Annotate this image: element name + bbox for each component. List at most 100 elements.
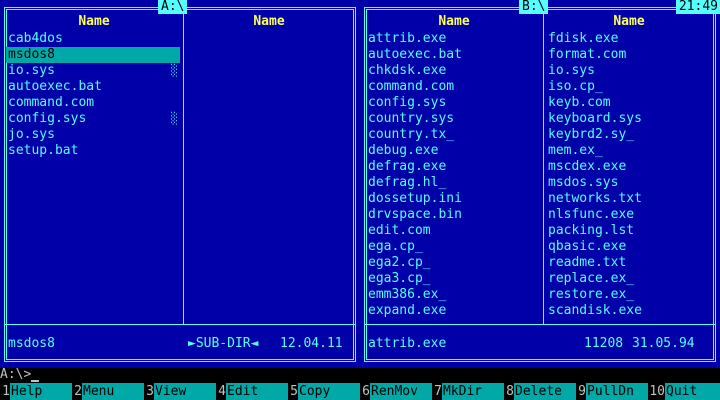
fkey-label: Delete — [514, 383, 576, 400]
file-row[interactable]: ega2.cp_ — [366, 255, 540, 271]
right-col1-header: Name — [438, 14, 470, 29]
file-row[interactable]: keybrd2.sy_ — [546, 127, 710, 143]
fkey-number: 2 — [72, 383, 82, 400]
fkey-number: 1 — [0, 383, 10, 400]
left-panel-path[interactable]: A:\ — [158, 0, 188, 14]
file-row[interactable]: jo.sys — [6, 127, 180, 143]
norton-commander-screen: A:\ Name Name cab4dos msdos8 io.sys autoexe… — [0, 0, 720, 400]
fkey-delete[interactable]: 8 Delete — [504, 383, 576, 400]
fkey-label: RenMov — [370, 383, 432, 400]
file-row[interactable]: emm386.ex_ — [366, 287, 540, 303]
file-row[interactable]: fdisk.exe — [546, 31, 710, 47]
file-row[interactable]: nlsfunc.exe — [546, 207, 710, 223]
file-row[interactable]: replace.ex_ — [546, 271, 710, 287]
right-info-size: 11208 — [584, 336, 624, 351]
file-row[interactable]: expand.exe — [366, 303, 540, 319]
file-row[interactable]: networks.txt — [546, 191, 710, 207]
left-column-divider — [183, 8, 184, 325]
file-row[interactable]: cab4dos — [6, 31, 180, 47]
file-row[interactable]: country.sys — [366, 111, 540, 127]
file-row[interactable]: io.sys — [546, 63, 710, 79]
left-col1-header: Name — [78, 14, 110, 29]
left-info-name: msdos8 — [8, 336, 55, 351]
file-row[interactable]: readme.txt — [546, 255, 710, 271]
right-panel[interactable]: B:\ Name Name attrib.exe autoexec.bat chkd… — [360, 0, 720, 368]
file-row[interactable]: keyboard.sys — [546, 111, 710, 127]
left-file-list: cab4dos msdos8 io.sys autoexec.bat command.c… — [6, 31, 180, 159]
fkey-label: Edit — [226, 383, 288, 400]
fkey-view[interactable]: 3 View — [144, 383, 216, 400]
fkey-number: 5 — [288, 383, 298, 400]
file-row[interactable]: format.com — [546, 47, 710, 63]
file-row[interactable]: mem.ex_ — [546, 143, 710, 159]
right-file-list-col1: attrib.exe autoexec.bat chkdsk.exe command.… — [366, 31, 540, 319]
fkey-menu[interactable]: 2 Menu — [72, 383, 144, 400]
file-row[interactable]: chkdsk.exe — [366, 63, 540, 79]
fkey-label: Copy — [298, 383, 360, 400]
file-row[interactable]: scandisk.exe — [546, 303, 710, 319]
file-row[interactable]: restore.ex_ — [546, 287, 710, 303]
right-info-name: attrib.exe — [368, 336, 447, 351]
file-row[interactable]: command.com — [366, 79, 540, 95]
file-row[interactable]: drvspace.bin — [366, 207, 540, 223]
file-row[interactable]: ega.cp_ — [366, 239, 540, 255]
file-row[interactable]: command.com — [6, 95, 180, 111]
file-row[interactable]: keyb.com — [546, 95, 710, 111]
file-row[interactable]: iso.cp_ — [546, 79, 710, 95]
command-line[interactable]: A:\> — [0, 367, 40, 382]
file-row[interactable]: setup.bat — [6, 143, 180, 159]
fkey-label: View — [154, 383, 216, 400]
left-info-date: 12.04.11 — [280, 336, 343, 351]
file-row[interactable]: dossetup.ini — [366, 191, 540, 207]
file-row[interactable]: io.sys — [6, 63, 180, 79]
fkey-pulldn[interactable]: 9 PullDn — [576, 383, 648, 400]
left-info-type: ►SUB-DIR◄ — [188, 336, 259, 351]
fkey-number: 4 — [216, 383, 226, 400]
fkey-number: 6 — [360, 383, 370, 400]
fkey-copy[interactable]: 5 Copy — [288, 383, 360, 400]
right-col2-header: Name — [613, 14, 645, 29]
file-row[interactable]: edit.com — [366, 223, 540, 239]
right-panel-path[interactable]: B:\ — [519, 0, 549, 14]
fkey-help[interactable]: 1 Help — [0, 383, 72, 400]
file-row[interactable]: country.tx_ — [366, 127, 540, 143]
fkey-number: 10 — [648, 383, 665, 400]
file-row[interactable]: debug.exe — [366, 143, 540, 159]
file-row-selected[interactable]: msdos8 — [6, 47, 180, 63]
text-cursor — [31, 380, 40, 382]
file-row[interactable]: packing.lst — [546, 223, 710, 239]
fkey-label: Menu — [82, 383, 144, 400]
right-file-list-col2: fdisk.exe format.com io.sys iso.cp_ keyb.com… — [546, 31, 710, 319]
fkey-quit[interactable]: 10 Quit — [648, 383, 720, 400]
left-info-divider — [5, 324, 355, 325]
file-row[interactable]: mscdex.exe — [546, 159, 710, 175]
fkey-number: 3 — [144, 383, 154, 400]
fkey-number: 7 — [432, 383, 442, 400]
right-info-divider — [365, 324, 715, 325]
file-row[interactable]: config.sys — [366, 95, 540, 111]
file-row[interactable]: attrib.exe — [366, 31, 540, 47]
right-column-divider — [543, 8, 544, 325]
left-col2-header: Name — [253, 14, 285, 29]
left-panel[interactable]: A:\ Name Name cab4dos msdos8 io.sys autoexe… — [0, 0, 360, 368]
fkey-label: MkDir — [442, 383, 504, 400]
function-key-bar: 1 Help 2 Menu 3 View 4 Edit 5 Copy 6 RenMov 7 MkDir 8 D… — [0, 383, 720, 400]
file-row[interactable]: msdos.sys — [546, 175, 710, 191]
file-row[interactable]: qbasic.exe — [546, 239, 710, 255]
file-row[interactable]: defrag.hl_ — [366, 175, 540, 191]
clock: 21:49 — [675, 0, 720, 14]
fkey-edit[interactable]: 4 Edit — [216, 383, 288, 400]
scroll-thumb-icon[interactable]: ░ — [171, 65, 179, 77]
file-row[interactable]: autoexec.bat — [366, 47, 540, 63]
file-row[interactable]: config.sys — [6, 111, 180, 127]
fkey-renmov[interactable]: 6 RenMov — [360, 383, 432, 400]
command-prompt: A:\> — [0, 367, 32, 382]
fkey-label: Quit — [665, 383, 720, 400]
fkey-number: 8 — [504, 383, 514, 400]
right-info-date: 31.05.94 — [632, 336, 695, 351]
file-row[interactable]: defrag.exe — [366, 159, 540, 175]
file-row[interactable]: autoexec.bat — [6, 79, 180, 95]
file-row[interactable]: ega3.cp_ — [366, 271, 540, 287]
fkey-mkdir[interactable]: 7 MkDir — [432, 383, 504, 400]
scroll-thumb-icon[interactable]: ░ — [171, 113, 179, 125]
